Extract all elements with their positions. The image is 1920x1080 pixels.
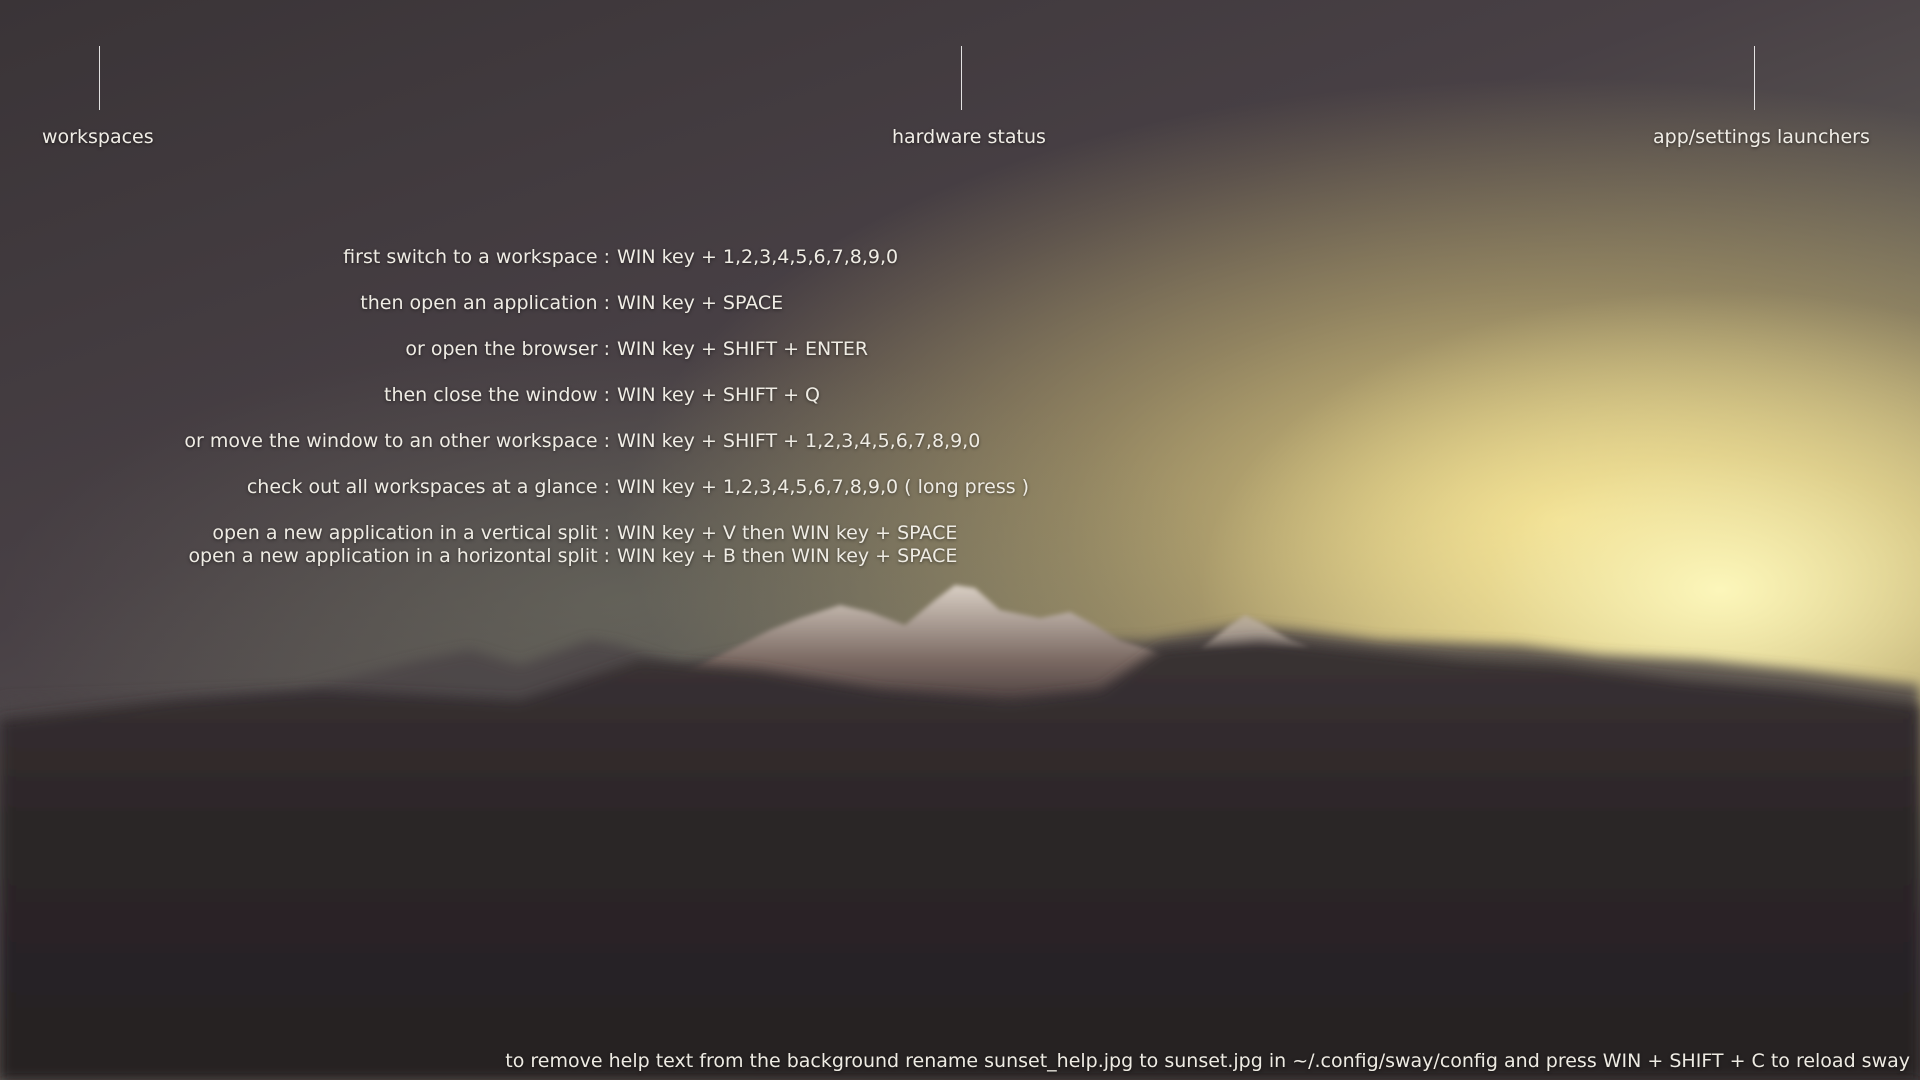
help-shortcut: WIN key + SHIFT + 1,2,3,4,5,6,7,8,9,0 [617, 430, 981, 452]
help-description: then close the window : [384, 384, 610, 406]
help-shortcut: WIN key + B then WIN key + SPACE [617, 545, 958, 567]
hardware-status-pointer-line [961, 46, 962, 110]
launchers-label: app/settings launchers [1653, 126, 1870, 148]
help-description: check out all workspaces at a glance : [246, 476, 610, 498]
help-description: open a new application in a vertical spl… [212, 522, 610, 544]
help-description: then open an application : [360, 292, 610, 314]
help-description: or open the browser : [405, 338, 610, 360]
help-row: or move the window to an other workspace… [0, 429, 1100, 453]
help-row: then close the window : WIN key + SHIFT … [0, 383, 1100, 407]
help-row: then open an application : WIN key + SPA… [0, 291, 1100, 315]
help-shortcut: WIN key + SHIFT + Q [617, 384, 821, 406]
help-row: first switch to a workspace : WIN key + … [0, 245, 1100, 269]
help-shortcut: WIN key + SPACE [617, 292, 784, 314]
help-shortcut: WIN key + SHIFT + ENTER [617, 338, 869, 360]
help-description: or move the window to an other workspace… [184, 430, 610, 452]
help-description: open a new application in a horizontal s… [188, 545, 610, 567]
help-row: check out all workspaces at a glance : W… [0, 475, 1100, 499]
footer-instructions: to remove help text from the background … [505, 1050, 1910, 1072]
launchers-pointer-line [1754, 46, 1755, 110]
help-description: first switch to a workspace : [343, 246, 610, 268]
help-shortcut: WIN key + 1,2,3,4,5,6,7,8,9,0 ( long pre… [617, 476, 1030, 498]
help-row: or open the browser : WIN key + SHIFT + … [0, 337, 1100, 361]
workspaces-pointer-line [99, 46, 100, 110]
hardware-status-label: hardware status [892, 126, 1046, 148]
help-shortcut: WIN key + 1,2,3,4,5,6,7,8,9,0 [617, 246, 899, 268]
help-row: open a new application in a vertical spl… [0, 521, 1100, 545]
workspaces-label: workspaces [42, 126, 154, 148]
help-row: open a new application in a horizontal s… [0, 544, 1100, 568]
help-shortcut: WIN key + V then WIN key + SPACE [617, 522, 958, 544]
desktop-wallpaper: workspaces hardware status app/settings … [0, 0, 1920, 1080]
